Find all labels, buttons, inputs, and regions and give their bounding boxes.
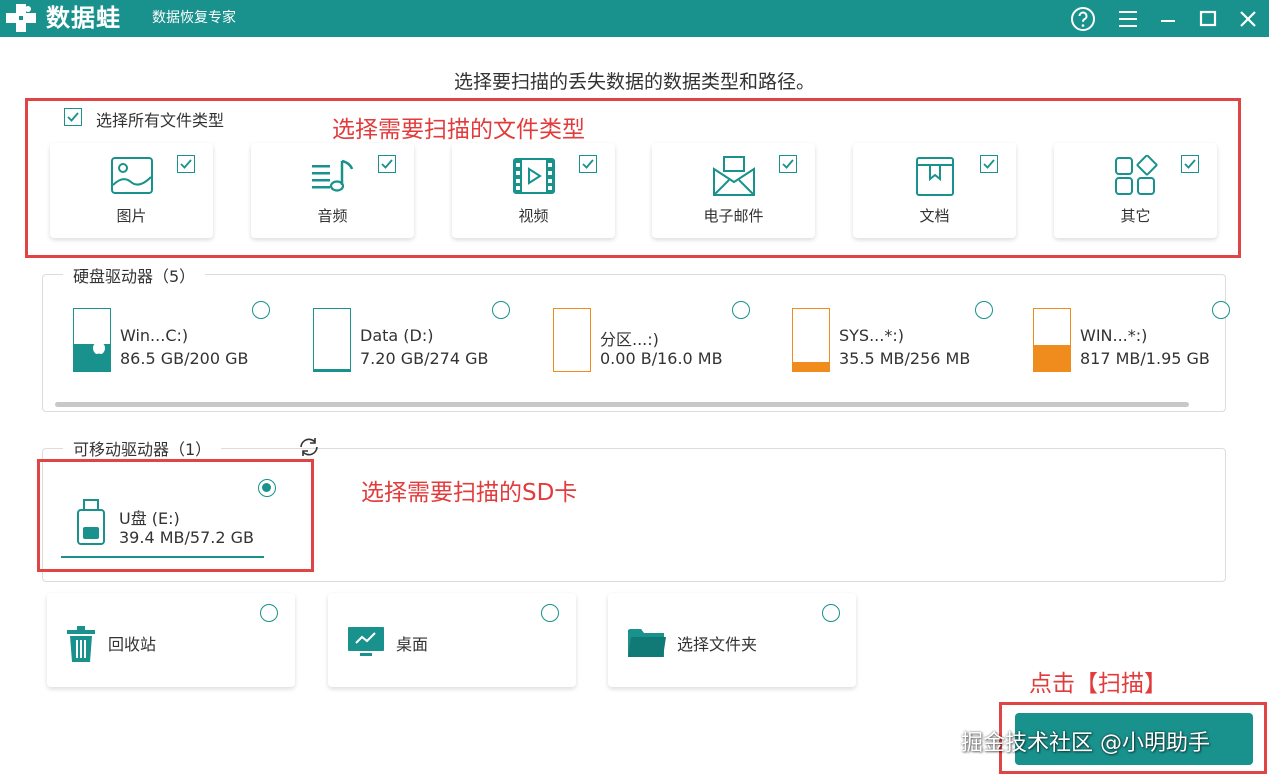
help-icon[interactable] [1068, 4, 1098, 34]
audio-icon [311, 159, 353, 192]
file-type-checkbox[interactable] [1181, 155, 1199, 173]
usb-drive-icon [77, 499, 105, 545]
maximize-icon[interactable] [1193, 4, 1223, 34]
hard-drive-item[interactable]: Data (D:) 7.20 GB/274 GB [313, 308, 543, 374]
drive-name: Data (D:) [360, 326, 434, 345]
drive-name: Win...C:) [120, 326, 189, 345]
location-label: 桌面 [396, 635, 429, 654]
file-type-card-email[interactable]: 电子邮件 [652, 143, 815, 238]
drive-usage-bar [313, 308, 351, 372]
file-type-label: 音频 [317, 207, 348, 225]
location-card-recycle-bin[interactable]: 回收站 [47, 593, 295, 687]
location-card-desktop[interactable]: 桌面 [328, 593, 576, 687]
usb-drive-item[interactable]: U盘 (E:) 39.4 MB/57.2 GB [60, 478, 278, 558]
drive-usage-fill [314, 369, 350, 371]
drive-name: WIN...*:) [1080, 326, 1148, 345]
annotation-types: 选择需要扫描的文件类型 [332, 117, 585, 143]
os-logo-icon [93, 340, 105, 354]
drive-size: 86.5 GB/200 GB [120, 349, 249, 368]
title-bar: 数据蛙 数据恢复专家 [0, 0, 1269, 37]
drive-radio[interactable] [1212, 301, 1230, 319]
hard-drives-title: 硬盘驱动器（5） [63, 263, 206, 287]
app-name: 数据蛙 [46, 4, 121, 32]
select-all-checkbox[interactable] [64, 108, 82, 126]
drive-name: 分区...:) [600, 330, 659, 349]
location-label: 选择文件夹 [677, 635, 758, 654]
drive-radio[interactable] [732, 301, 750, 319]
other-icon [1114, 155, 1157, 195]
file-type-label: 文档 [919, 207, 950, 225]
file-type-label: 图片 [116, 207, 147, 225]
select-all-label: 选择所有文件类型 [96, 111, 225, 130]
usb-drive-size: 39.4 MB/57.2 GB [119, 528, 254, 547]
file-type-label: 其它 [1120, 207, 1151, 225]
drive-usage-bar [553, 308, 591, 372]
drive-usage-fill [1034, 344, 1070, 371]
annotation-sd: 选择需要扫描的SD卡 [361, 480, 578, 506]
drive-size: 817 MB/1.95 GB [1080, 349, 1210, 368]
page-heading: 选择要扫描的丢失数据的数据类型和路径。 [453, 71, 815, 93]
drive-usage-bar [792, 308, 830, 372]
video-icon [512, 158, 555, 194]
file-type-card-audio[interactable]: 音频 [251, 143, 414, 238]
drive-size: 0.00 B/16.0 MB [600, 349, 723, 368]
close-icon[interactable] [1233, 4, 1263, 34]
location-radio[interactable] [541, 604, 559, 622]
file-type-card-other[interactable]: 其它 [1054, 143, 1217, 238]
file-type-checkbox[interactable] [177, 155, 195, 173]
logo-icon [6, 4, 36, 32]
drive-size: 7.20 GB/274 GB [360, 349, 489, 368]
usb-drive-name: U盘 (E:) [119, 509, 180, 528]
location-radio[interactable] [260, 604, 278, 622]
file-type-checkbox[interactable] [579, 155, 597, 173]
email-icon [712, 156, 755, 196]
drive-usage-fill [793, 362, 829, 371]
file-type-label: 视频 [518, 207, 549, 225]
file-type-checkbox[interactable] [779, 155, 797, 173]
drive-radio[interactable] [252, 301, 270, 319]
file-type-label: 电子邮件 [703, 207, 764, 225]
drive-radio[interactable] [492, 301, 510, 319]
usb-drive-underline [61, 556, 264, 558]
hard-drive-item[interactable]: Win...C:) 86.5 GB/200 GB [73, 308, 303, 374]
drive-name: SYS...*:) [839, 326, 904, 345]
refresh-icon[interactable] [296, 435, 322, 459]
removable-drives-title: 可移动驱动器（1） [63, 436, 222, 460]
horizontal-scrollbar[interactable] [55, 402, 1189, 407]
drive-radio[interactable] [975, 301, 993, 319]
folder-icon [628, 629, 666, 657]
menu-icon[interactable] [1113, 4, 1143, 34]
hard-drive-item[interactable]: WIN...*:) 817 MB/1.95 GB [1033, 308, 1263, 374]
file-type-card-image[interactable]: 图片 [50, 143, 213, 238]
app-subtitle: 数据恢复专家 [152, 10, 236, 26]
drive-size: 35.5 MB/256 MB [839, 349, 971, 368]
location-label: 回收站 [108, 635, 157, 654]
watermark: 掘金技术社区 @小明助手 [961, 731, 1210, 756]
document-icon [915, 157, 954, 196]
location-radio[interactable] [822, 604, 840, 622]
file-type-card-document[interactable]: 文档 [853, 143, 1016, 238]
drive-usage-bar [1033, 308, 1071, 372]
image-icon [110, 157, 153, 194]
minimize-icon[interactable] [1153, 4, 1183, 34]
trash-icon [67, 626, 95, 662]
file-type-card-video[interactable]: 视频 [452, 143, 615, 238]
usb-drive-radio[interactable] [258, 479, 276, 497]
hard-drive-item[interactable]: 分区...:) 0.00 B/16.0 MB [553, 308, 783, 374]
file-type-checkbox[interactable] [980, 155, 998, 173]
drive-usage-bar [73, 308, 111, 372]
desktop-icon [348, 627, 384, 656]
file-type-checkbox[interactable] [378, 155, 396, 173]
location-card-select-folder[interactable]: 选择文件夹 [608, 593, 856, 687]
annotation-scan: 点击【扫描】 [1029, 671, 1167, 697]
